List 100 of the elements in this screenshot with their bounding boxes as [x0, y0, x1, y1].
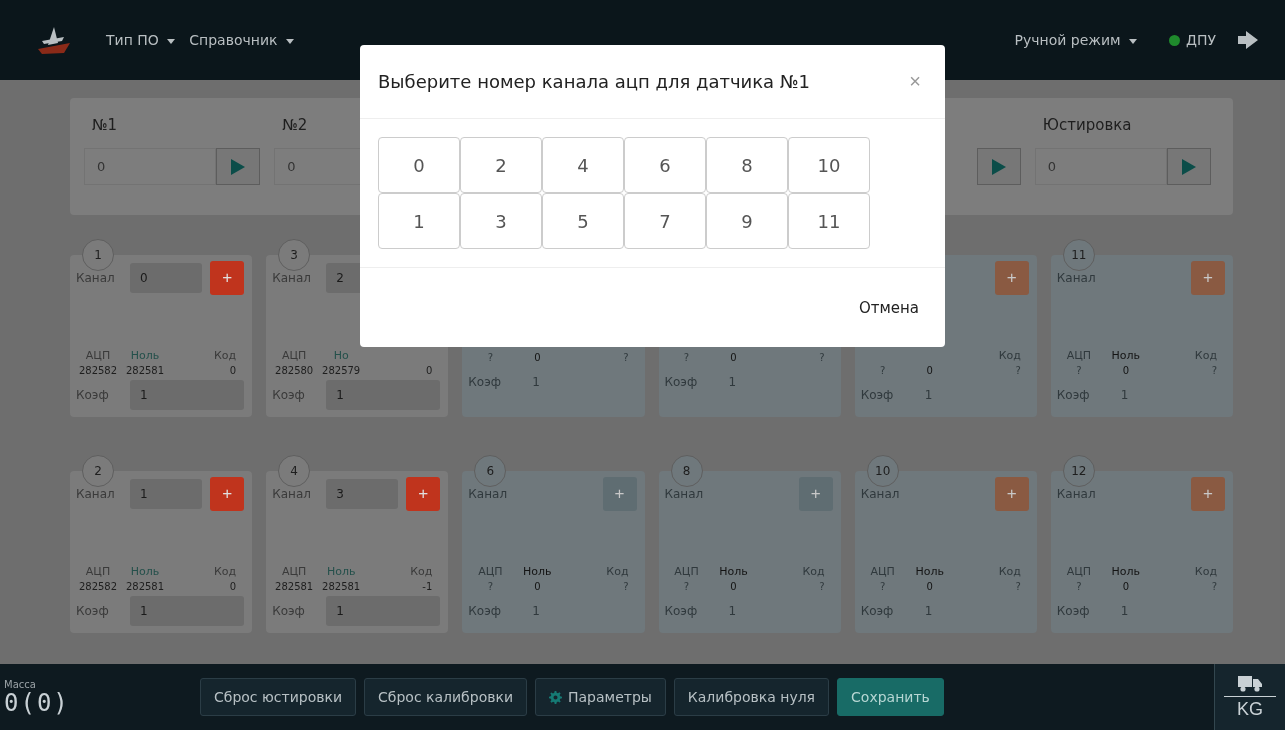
channel-option[interactable]: 3	[460, 193, 542, 249]
coef-label: Коэф	[76, 388, 109, 402]
nav-menu[interactable]: Тип ПО	[106, 32, 176, 48]
adc-value: ?	[880, 581, 886, 592]
play-icon	[1182, 158, 1196, 175]
channel-label: Канал	[860, 487, 900, 501]
adc-value: ?	[487, 581, 493, 592]
code-label: Код	[410, 565, 433, 578]
adc-label: АЦП	[85, 565, 111, 578]
channel-input[interactable]: 3	[326, 479, 399, 509]
add-button[interactable]: +	[406, 477, 441, 511]
channel-option[interactable]: 5	[542, 193, 624, 249]
coef-input[interactable]: 1	[130, 380, 245, 410]
zero-label: Ноль	[1111, 349, 1141, 362]
code-label: Код	[1194, 565, 1217, 578]
zero-label: Ноль	[326, 565, 356, 578]
sensor-label: №2	[281, 116, 309, 136]
channel-label: Канал	[76, 271, 115, 285]
channel-option[interactable]: 4	[542, 137, 624, 193]
channel-option[interactable]: 10	[788, 137, 870, 193]
channel-option[interactable]: 0	[378, 137, 460, 193]
adc-label: АЦП	[85, 349, 111, 362]
sensor-input[interactable]: 0	[1034, 148, 1167, 185]
zero-value: 0	[534, 581, 541, 592]
play-button[interactable]	[1167, 148, 1211, 185]
footer-button[interactable]: Калибровка нуля	[673, 678, 830, 716]
channel-option[interactable]: 7	[624, 193, 706, 249]
footer-button[interactable]: Параметры	[535, 678, 666, 716]
zero-value: 282579	[322, 365, 361, 376]
channel-label: Канал	[468, 487, 508, 501]
sensor-input[interactable]: 0	[84, 148, 217, 185]
adc-value: 282580	[275, 365, 314, 376]
sensor-label: №1	[91, 116, 119, 136]
card-number: 12	[1062, 455, 1095, 487]
mass-value: 0(0)	[4, 689, 71, 716]
code-value: -1	[422, 581, 433, 592]
zero-value: 0	[730, 581, 737, 592]
coef-input[interactable]: 1	[326, 596, 441, 626]
adc-label: АЦП	[478, 565, 503, 578]
footer-button[interactable]: Сохранить	[837, 678, 944, 716]
unit-label: KG	[1224, 696, 1276, 720]
zero-value: 282581	[125, 365, 165, 376]
code-value: ?	[623, 581, 629, 592]
code-label: Код	[214, 565, 237, 578]
adc-label: АЦП	[282, 565, 307, 578]
code-value: ?	[1015, 365, 1021, 376]
channel-label: Канал	[1056, 271, 1096, 285]
footer-button[interactable]: Сброс калибровки	[364, 678, 527, 716]
connection-label: ДПУ	[1186, 32, 1216, 48]
card-number: 1	[82, 239, 114, 271]
adc-value: 282582	[78, 365, 118, 376]
coef-label: Коэф	[76, 604, 109, 618]
coef-input[interactable]: 1	[130, 596, 245, 626]
coef-label: Коэф	[468, 375, 502, 389]
footer-button[interactable]: Сброс юстировки	[200, 678, 356, 716]
code-label: Код	[1194, 349, 1217, 362]
card-number: 2	[82, 455, 114, 487]
coef-label: Коэф	[1056, 388, 1090, 402]
unit-panel[interactable]: KG	[1214, 664, 1285, 730]
mode-menu[interactable]: Ручной режим	[1014, 32, 1137, 48]
nav-menu[interactable]: Справочник	[189, 32, 294, 48]
card-number: 6	[474, 455, 507, 487]
channel-option[interactable]: 1	[378, 193, 460, 249]
cancel-button[interactable]: Отмена	[852, 292, 925, 323]
play-button[interactable]	[976, 148, 1021, 185]
adc-value: ?	[880, 365, 886, 376]
play-button[interactable]	[216, 148, 261, 185]
zero-value: 282581	[125, 581, 165, 592]
dialog-title: Выберите номер канала ацп для датчика №1	[378, 71, 811, 92]
code-value: ?	[819, 581, 825, 592]
add-button[interactable]: +	[210, 261, 245, 295]
channel-label: Канал	[272, 271, 311, 285]
code-value: ?	[819, 352, 825, 363]
channel-option[interactable]: 2	[460, 137, 542, 193]
channel-option[interactable]: 11	[788, 193, 870, 249]
adc-label: АЦП	[674, 565, 699, 578]
close-button[interactable]: ×	[905, 70, 925, 93]
channel-label: Канал	[664, 487, 704, 501]
mass-label: Масса	[4, 678, 37, 690]
zero-label: Ноль	[915, 565, 944, 578]
code-value: 0	[229, 581, 237, 592]
channel-option[interactable]: 8	[706, 137, 788, 193]
channel-input[interactable]: 1	[130, 479, 203, 509]
add-button[interactable]: +	[210, 477, 245, 511]
channel-input[interactable]: 0	[130, 263, 203, 293]
logout-icon[interactable]	[1236, 30, 1260, 50]
adc-label: АЦП	[1066, 565, 1091, 578]
channel-option[interactable]: 9	[706, 193, 788, 249]
zero-value: 0	[926, 581, 933, 592]
coef-input[interactable]: 1	[326, 380, 441, 410]
play-icon	[991, 158, 1006, 175]
zero-value: 0	[926, 365, 933, 376]
code-label: Код	[802, 565, 825, 578]
adc-value: ?	[683, 581, 690, 592]
zero-value: 0	[534, 352, 541, 363]
channel-option[interactable]: 6	[624, 137, 706, 193]
code-label: Код	[998, 565, 1021, 578]
sensor-label: Юстировка	[1041, 116, 1133, 136]
coef-label: Коэф	[860, 604, 894, 618]
card-number: 10	[866, 455, 899, 487]
